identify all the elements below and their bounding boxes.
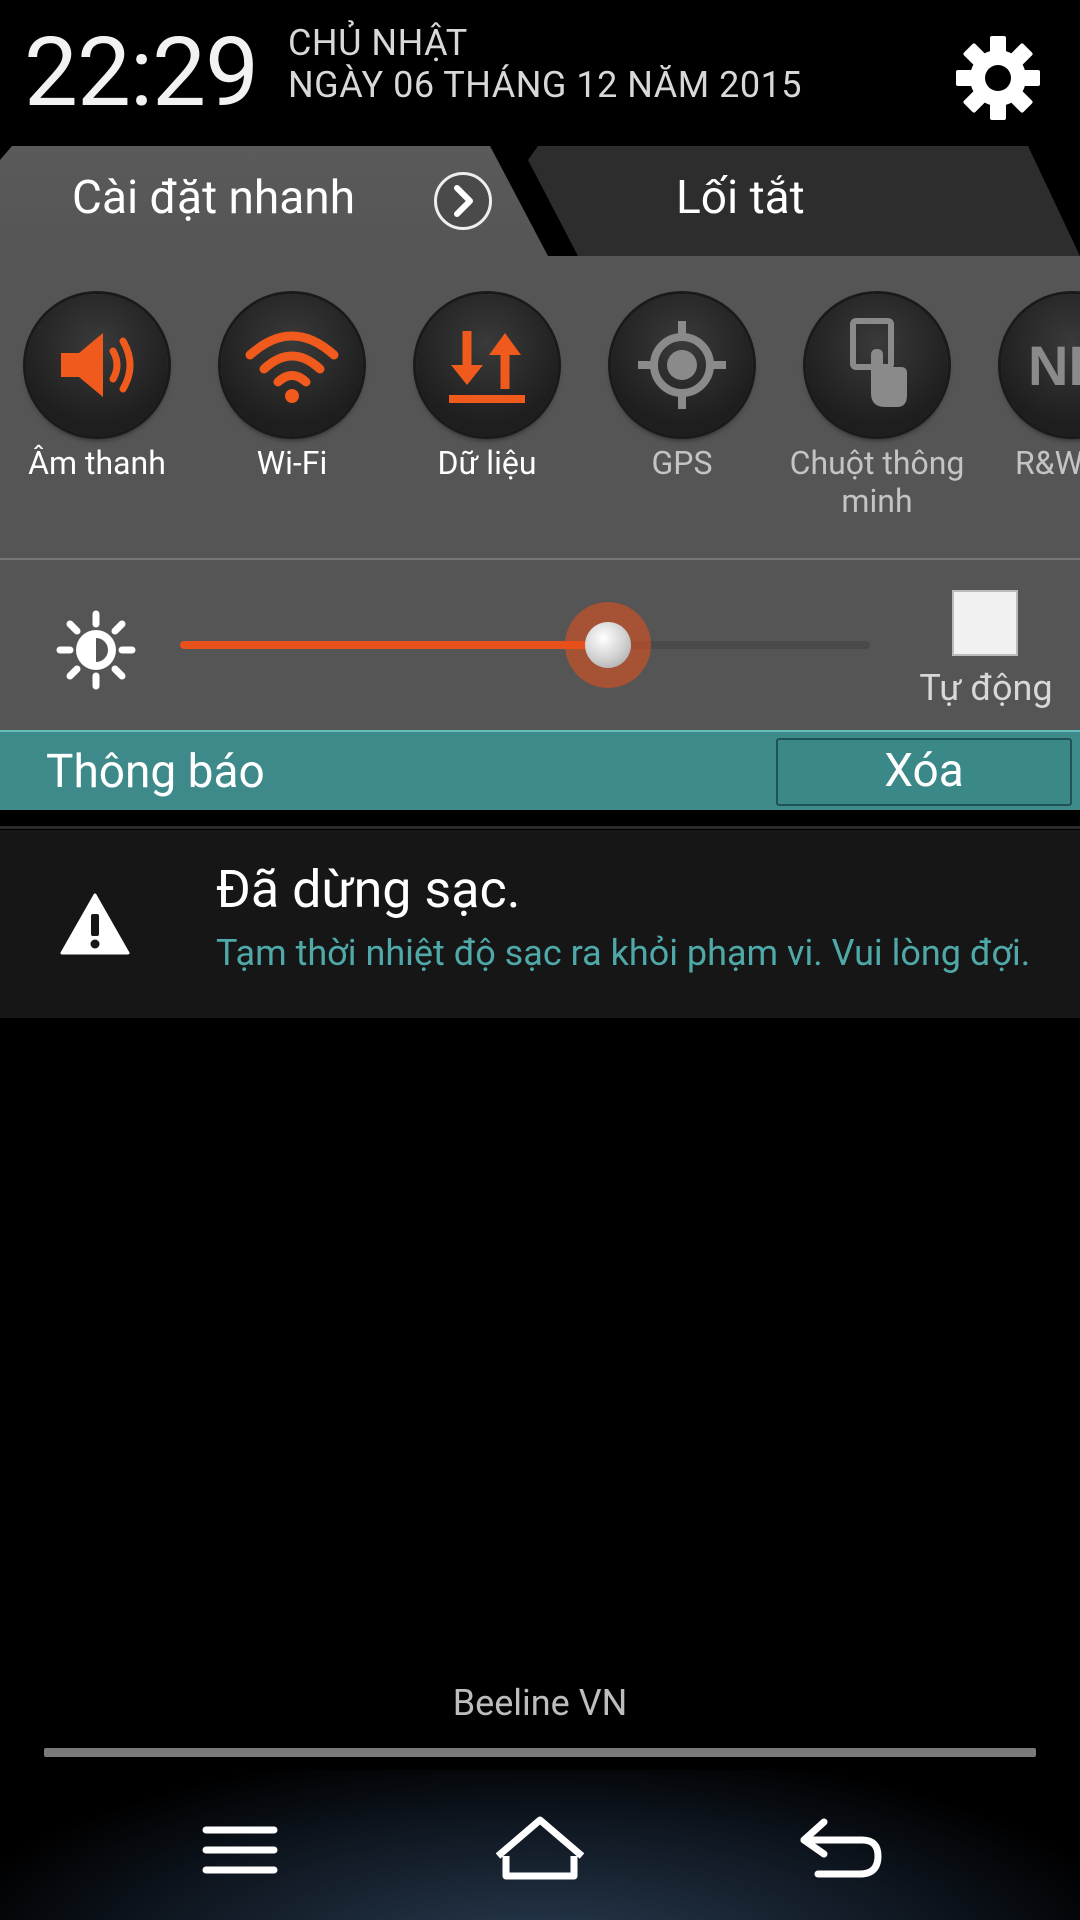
quick-settings-panel: Âm thanh Wi-Fi Dữ liệu GPS Chuột thông m… <box>0 256 1080 560</box>
quick-toggle-wifi[interactable]: Wi-Fi <box>197 294 387 482</box>
navigation-bar <box>0 1770 1080 1920</box>
quick-toggle-label: R&W P2 <box>1014 444 1080 482</box>
quick-toggle-sound[interactable]: Âm thanh <box>2 294 192 482</box>
brightness-panel: Tự động <box>0 560 1080 730</box>
nfc-icon[interactable]: NF <box>1001 294 1080 436</box>
brightness-icon <box>56 610 136 690</box>
auto-brightness-label: Tự động <box>919 667 1053 709</box>
quick-toggle-label: Dữ liệu <box>437 444 537 482</box>
home-icon[interactable] <box>490 1810 590 1890</box>
back-icon[interactable] <box>790 1810 890 1890</box>
quick-toggle-label: Âm thanh <box>28 444 166 482</box>
drag-handle[interactable] <box>44 1748 1036 1757</box>
quick-toggle-nfc[interactable]: NF R&W P2 <box>977 294 1080 482</box>
speaker-icon[interactable] <box>26 294 168 436</box>
slider-knob <box>584 622 631 668</box>
date-block: CHỦ NHẬT NGÀY 06 THÁNG 12 NĂM 2015 <box>288 22 802 106</box>
svg-text:NF: NF <box>1028 334 1080 397</box>
notifications-title: Thông báo <box>46 745 265 799</box>
tab-shortcuts-label: Lối tắt <box>676 171 805 225</box>
panel-tabs: Lối tắt Cài đặt nhanh <box>0 146 1080 256</box>
full-date: NGÀY 06 THÁNG 12 NĂM 2015 <box>288 64 803 106</box>
data-transfer-icon[interactable] <box>416 294 558 436</box>
warning-icon <box>60 892 130 956</box>
menu-icon[interactable] <box>190 1810 290 1890</box>
notification-text: Tạm thời nhiệt độ sạc ra khỏi phạm vi. V… <box>216 932 1031 974</box>
notification-title: Đã dừng sạc. <box>216 859 521 920</box>
tab-shortcuts[interactable]: Lối tắt <box>528 146 1080 256</box>
auto-brightness-checkbox[interactable] <box>952 590 1018 656</box>
chevron-right-icon[interactable] <box>434 172 492 230</box>
carrier-label: Beeline VN <box>452 1682 628 1724</box>
quick-toggle-gps[interactable]: GPS <box>587 294 777 482</box>
notifications-header: Thông báo Xóa <box>0 730 1080 810</box>
brightness-slider-thumb[interactable] <box>564 602 651 688</box>
divider <box>0 812 1080 830</box>
quick-toggle-label: Wi-Fi <box>256 444 328 482</box>
quick-toggle-smart-mouse[interactable]: Chuột thông minh <box>782 294 972 520</box>
quick-toggle-label: GPS <box>651 444 713 482</box>
clock: 22:29 <box>24 17 259 129</box>
brightness-track-fill <box>180 641 608 649</box>
status-header: 22:29 CHỦ NHẬT NGÀY 06 THÁNG 12 NĂM 2015 <box>0 0 1080 150</box>
smart-mouse-icon[interactable] <box>806 294 948 436</box>
gear-icon[interactable] <box>948 28 1048 128</box>
clear-button[interactable]: Xóa <box>776 738 1072 806</box>
quick-toggle-label: Chuột thông minh <box>789 444 965 520</box>
quick-toggle-data[interactable]: Dữ liệu <box>392 294 582 482</box>
wifi-icon[interactable] <box>221 294 363 436</box>
notification-item[interactable]: Đã dừng sạc. Tạm thời nhiệt độ sạc ra kh… <box>0 830 1080 1018</box>
gps-icon[interactable] <box>611 294 753 436</box>
day-of-week: CHỦ NHẬT <box>288 22 468 64</box>
tab-quick-settings-label: Cài đặt nhanh <box>72 171 356 225</box>
